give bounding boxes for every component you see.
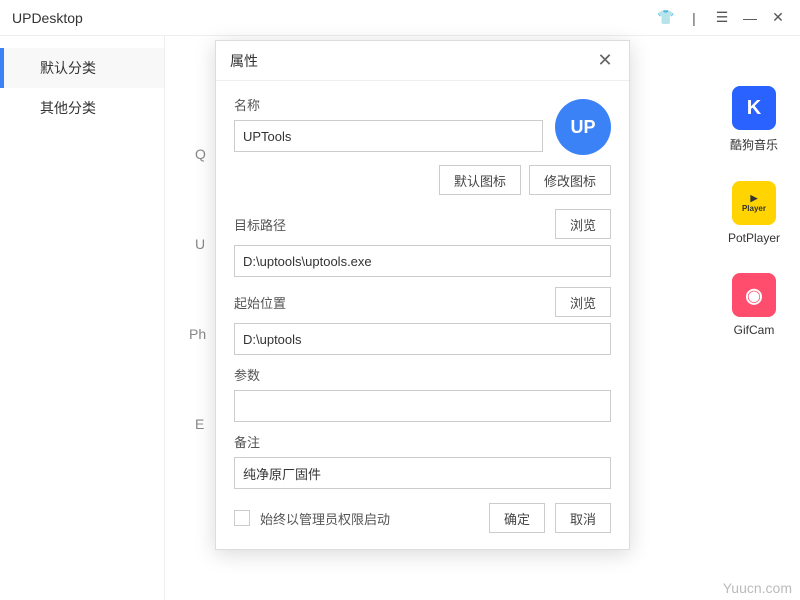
target-label: 目标路径	[234, 215, 545, 234]
sidebar-item-label: 其他分类	[40, 98, 96, 118]
name-label: 名称	[234, 95, 543, 114]
browse-target-button[interactable]: 浏览	[555, 209, 611, 239]
app-kugou[interactable]: K 酷狗音乐	[730, 86, 778, 153]
dialog-close-icon[interactable]: ✕	[595, 51, 615, 71]
bg-letter: Ph	[189, 326, 206, 342]
sidebar: 默认分类 其他分类	[0, 36, 165, 600]
app-gifcam[interactable]: ◉ GifCam	[732, 273, 776, 337]
sidebar-item-label: 默认分类	[40, 58, 96, 78]
default-icon-button[interactable]: 默认图标	[439, 165, 521, 195]
change-icon-button[interactable]: 修改图标	[529, 165, 611, 195]
app-label: 酷狗音乐	[730, 136, 778, 153]
titlebar: UPDesktop 👕 | ☰ — ✕	[0, 0, 800, 36]
app-grid: K 酷狗音乐 ▶Player PotPlayer ◉ GifCam	[728, 86, 780, 337]
close-icon[interactable]: ✕	[768, 8, 788, 28]
bg-letter: U	[195, 236, 205, 252]
bg-letter: Q	[195, 146, 206, 162]
shirt-icon[interactable]: 👕	[656, 8, 676, 28]
sidebar-item-other[interactable]: 其他分类	[0, 88, 164, 128]
cancel-button[interactable]: 取消	[555, 503, 611, 533]
admin-label: 始终以管理员权限启动	[260, 509, 390, 528]
dialog-header: 属性 ✕	[216, 41, 629, 81]
ok-button[interactable]: 确定	[489, 503, 545, 533]
kugou-icon: K	[732, 86, 776, 130]
app-label: GifCam	[734, 323, 775, 337]
admin-checkbox[interactable]	[234, 510, 250, 526]
browse-start-button[interactable]: 浏览	[555, 287, 611, 317]
start-input[interactable]	[234, 323, 611, 355]
app-title: UPDesktop	[12, 10, 83, 26]
watermark: Yuucn.com	[723, 580, 792, 596]
remark-label: 备注	[234, 432, 611, 451]
bg-letter: E	[195, 416, 204, 432]
name-input[interactable]	[234, 120, 543, 152]
app-potplayer[interactable]: ▶Player PotPlayer	[728, 181, 780, 245]
icon-preview: UP	[555, 99, 611, 155]
start-label: 起始位置	[234, 293, 545, 312]
divider-icon: |	[684, 8, 704, 28]
args-label: 参数	[234, 365, 611, 384]
properties-dialog: 属性 ✕ 名称 UP 默认图标 修改图标 目标路径 浏览 起始位置 浏览 参数	[215, 40, 630, 550]
app-label: PotPlayer	[728, 231, 780, 245]
dialog-title: 属性	[230, 51, 258, 71]
remark-input[interactable]	[234, 457, 611, 489]
potplayer-icon: ▶Player	[732, 181, 776, 225]
gifcam-icon: ◉	[732, 273, 776, 317]
sidebar-item-default[interactable]: 默认分类	[0, 48, 164, 88]
target-input[interactable]	[234, 245, 611, 277]
args-input[interactable]	[234, 390, 611, 422]
minimize-icon[interactable]: —	[740, 8, 760, 28]
menu-icon[interactable]: ☰	[712, 8, 732, 28]
